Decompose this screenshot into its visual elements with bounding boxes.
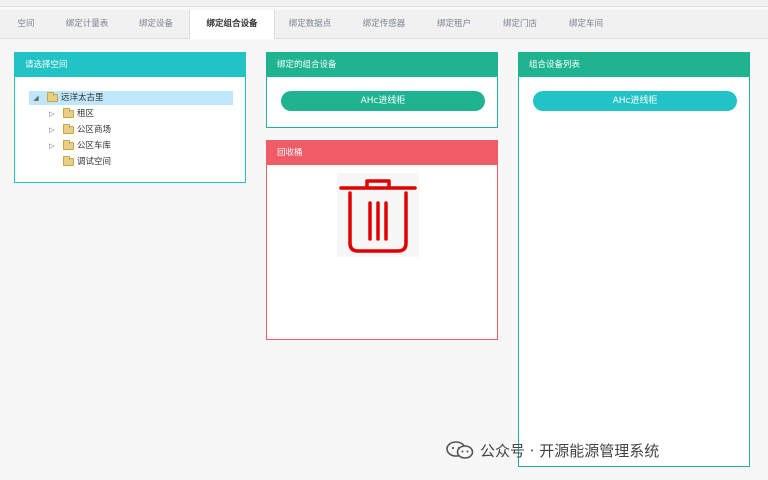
tree-node-debug-space[interactable]: 调试空间: [47, 155, 187, 169]
expand-arrow-icon[interactable]: ▷: [47, 123, 57, 137]
bound-device-item[interactable]: AHc进线柜: [281, 91, 485, 111]
tab-bind-meter[interactable]: 绑定计量表: [52, 10, 122, 38]
tree-node-label: 公区车库: [77, 141, 112, 151]
tree-node-label: 远洋太古里: [61, 93, 104, 103]
folder-icon: [63, 108, 74, 118]
tree-node-label: 租区: [77, 109, 95, 119]
folder-open-icon: [47, 92, 58, 102]
space-panel-title: 请选择空间: [15, 53, 245, 77]
collapse-arrow-icon[interactable]: ◢: [31, 91, 41, 105]
device-list-panel: 组合设备列表 AHc进线柜: [518, 52, 750, 467]
space-select-panel: 请选择空间 ◢ 远洋太古里 ▷ 租区 ▷ 公区商场 ▷ 公区车库 调试空间: [14, 52, 246, 183]
tab-bind-store[interactable]: 绑定门店: [487, 10, 553, 38]
recycle-bin-panel: 回收桶: [266, 140, 498, 340]
tree-node-public-mall[interactable]: ▷ 公区商场: [47, 123, 187, 137]
folder-icon: [63, 124, 74, 134]
tree-node-root[interactable]: ◢ 远洋太古里: [29, 91, 233, 105]
tab-bind-combined-device[interactable]: 绑定组合设备: [189, 10, 275, 39]
watermark: 公众号 · 开源能源管理系统: [446, 437, 659, 463]
trash-icon[interactable]: [337, 173, 419, 257]
bound-devices-panel: 绑定的组合设备 AHc进线柜: [266, 52, 498, 128]
tab-bind-device[interactable]: 绑定设备: [122, 10, 190, 38]
tree-node-public-garage[interactable]: ▷ 公区车库: [47, 139, 187, 153]
tab-bind-datapoint[interactable]: 绑定数据点: [273, 10, 347, 38]
tree-node-label: 调试空间: [77, 157, 112, 167]
wechat-icon: [446, 441, 474, 459]
tab-space[interactable]: 空间: [0, 10, 52, 38]
top-strip: [0, 0, 768, 7]
tab-bind-workshop[interactable]: 绑定车间: [553, 10, 619, 38]
bound-panel-title: 绑定的组合设备: [267, 53, 497, 77]
watermark-text: 公众号 · 开源能源管理系统: [480, 441, 660, 460]
tab-bind-tenant[interactable]: 绑定租户: [421, 10, 487, 38]
tree-node-rental-area[interactable]: ▷ 租区: [47, 107, 187, 121]
folder-icon: [63, 140, 74, 150]
recycle-panel-title: 回收桶: [267, 141, 497, 165]
tab-bar: 空间 绑定计量表 绑定设备 绑定组合设备 绑定数据点 绑定传感器 绑定租户 绑定…: [0, 10, 768, 39]
expand-arrow-icon[interactable]: ▷: [47, 107, 57, 121]
expand-arrow-icon[interactable]: ▷: [47, 139, 57, 153]
device-list-item[interactable]: AHc进线柜: [533, 91, 737, 111]
list-panel-title: 组合设备列表: [519, 53, 749, 77]
tab-bind-sensor[interactable]: 绑定传感器: [347, 10, 421, 38]
folder-icon: [63, 156, 74, 166]
tree-node-label: 公区商场: [77, 125, 112, 135]
